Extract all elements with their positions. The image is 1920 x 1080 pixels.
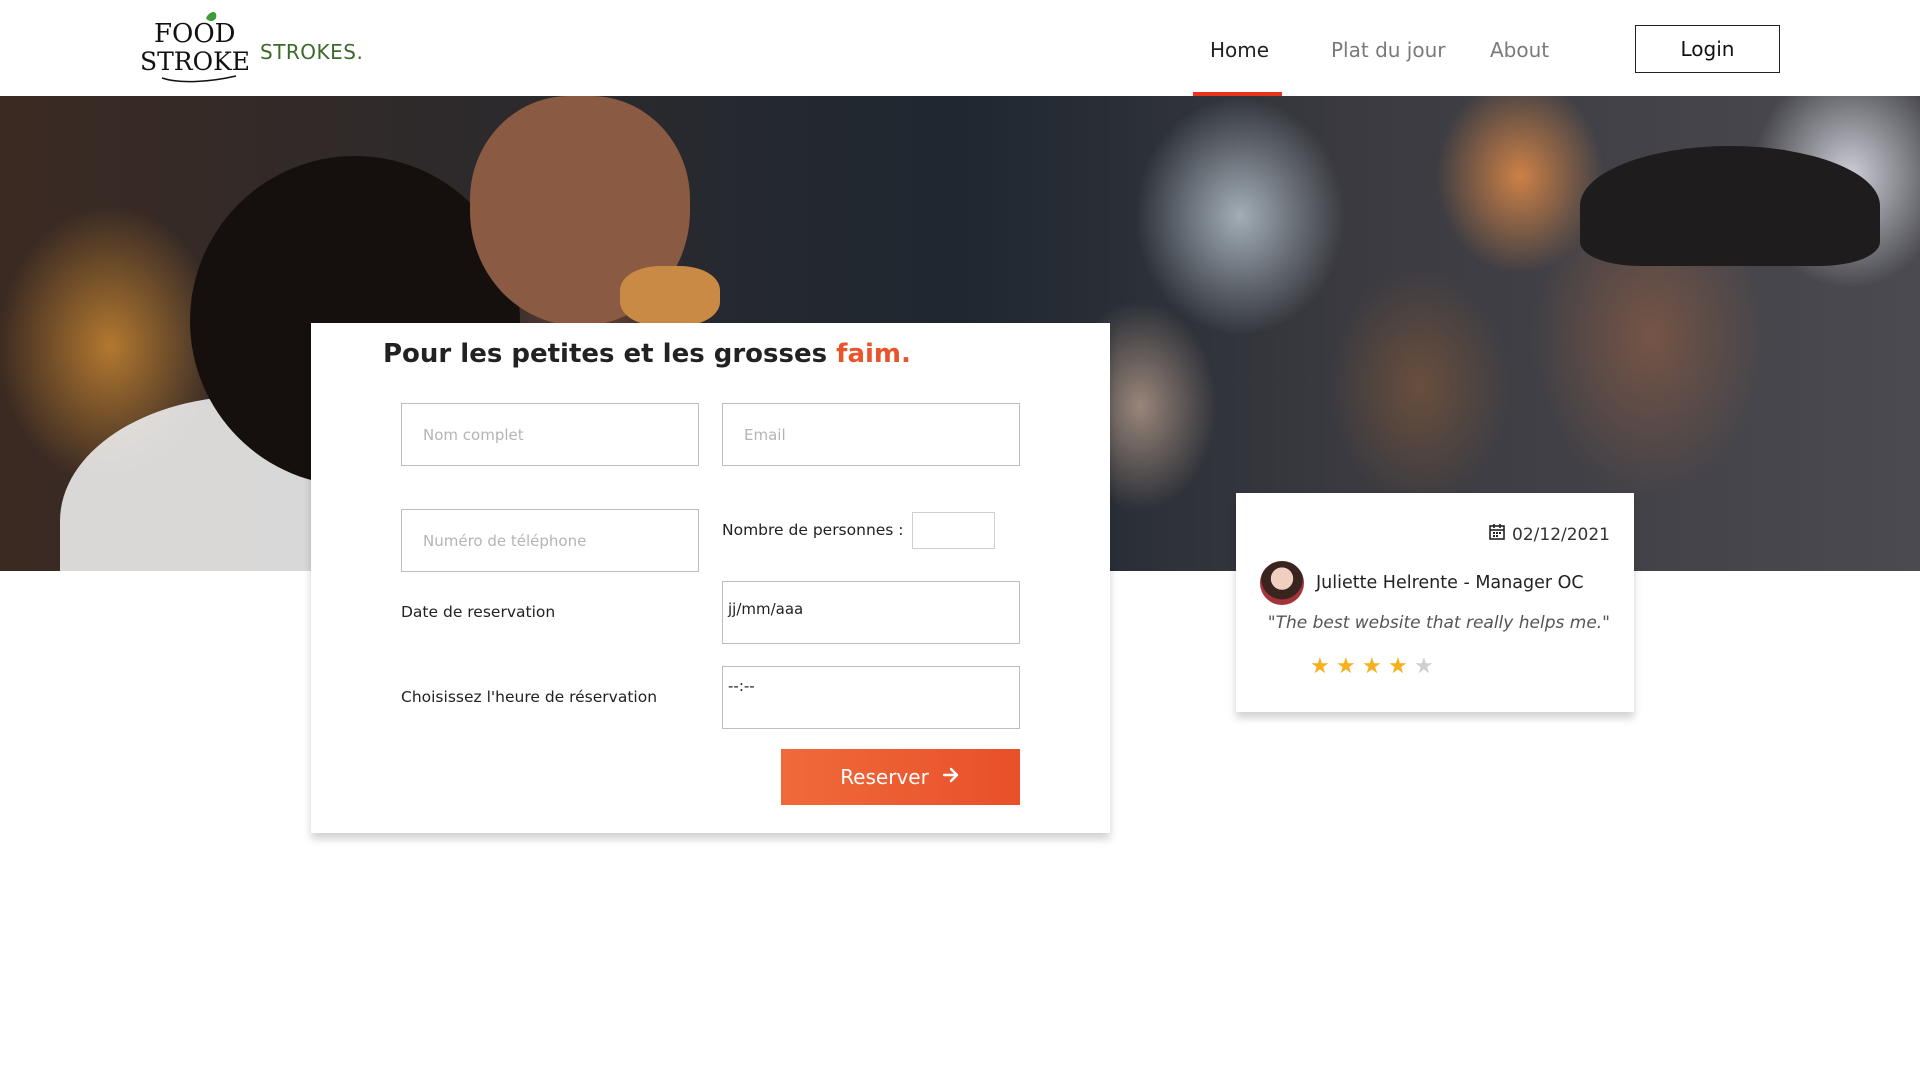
star-icon: ★ bbox=[1336, 654, 1356, 679]
login-button[interactable]: Login bbox=[1635, 25, 1780, 73]
hero-shape bbox=[1580, 146, 1880, 266]
arrow-right-icon bbox=[941, 765, 961, 790]
svg-text:STROKES.: STROKES. bbox=[140, 47, 252, 76]
calendar-icon bbox=[1488, 523, 1506, 546]
reservation-date-value: jj/mm/aaa bbox=[728, 600, 804, 618]
star-icon: ★ bbox=[1414, 654, 1434, 679]
reservation-date-input[interactable]: jj/mm/aaa bbox=[722, 581, 1020, 644]
nav-about[interactable]: About bbox=[1490, 38, 1549, 62]
guest-count-input[interactable] bbox=[912, 512, 995, 549]
form-title-main: Pour les petites et les grosses bbox=[383, 339, 837, 369]
hero-shape bbox=[620, 266, 720, 326]
phone-placeholder: Numéro de téléphone bbox=[423, 531, 587, 550]
reviewer-avatar bbox=[1260, 561, 1304, 605]
form-title-accent: faim. bbox=[836, 339, 911, 369]
review-card: 02/12/2021 Juliette Helrente - Manager O… bbox=[1236, 493, 1634, 712]
svg-text:FOOD: FOOD bbox=[154, 19, 236, 49]
phone-field[interactable]: Numéro de téléphone bbox=[401, 509, 699, 572]
star-icon: ★ bbox=[1310, 654, 1330, 679]
food-strokes-logo[interactable]: FOOD STROKES. bbox=[140, 8, 274, 88]
star-rating: ★ ★ ★ ★ ★ bbox=[1310, 656, 1436, 678]
reservation-form: Pour les petites et les grosses faim. No… bbox=[311, 323, 1110, 833]
nav-home[interactable]: Home bbox=[1210, 38, 1269, 62]
full-name-field[interactable]: Nom complet bbox=[401, 403, 699, 466]
reserve-button[interactable]: Reserver bbox=[781, 749, 1020, 805]
full-name-placeholder: Nom complet bbox=[423, 425, 524, 444]
site-header: FOOD STROKES. STROKES. Home Plat du jour… bbox=[0, 0, 1920, 96]
review-date: 02/12/2021 bbox=[1488, 523, 1610, 546]
reservation-time-input[interactable]: --:-- bbox=[722, 666, 1020, 729]
reservation-date-label: Date de reservation bbox=[401, 603, 556, 621]
star-icon: ★ bbox=[1388, 654, 1408, 679]
reviewer-name: Juliette Helrente - Manager OC bbox=[1316, 573, 1584, 593]
reservation-time-value: --:-- bbox=[728, 677, 755, 695]
nav-plat-du-jour[interactable]: Plat du jour bbox=[1331, 38, 1446, 62]
star-icon: ★ bbox=[1362, 654, 1382, 679]
form-title: Pour les petites et les grosses faim. bbox=[383, 339, 911, 369]
guest-count-label: Nombre de personnes : bbox=[722, 521, 904, 539]
reserve-button-label: Reserver bbox=[840, 765, 929, 789]
email-placeholder: Email bbox=[744, 425, 786, 444]
review-date-text: 02/12/2021 bbox=[1512, 524, 1610, 545]
email-field[interactable]: Email bbox=[722, 403, 1020, 466]
reservation-time-label: Choisissez l'heure de réservation bbox=[401, 688, 658, 706]
review-quote: "The best website that really helps me." bbox=[1267, 613, 1610, 633]
brand-name: STROKES. bbox=[260, 40, 364, 64]
